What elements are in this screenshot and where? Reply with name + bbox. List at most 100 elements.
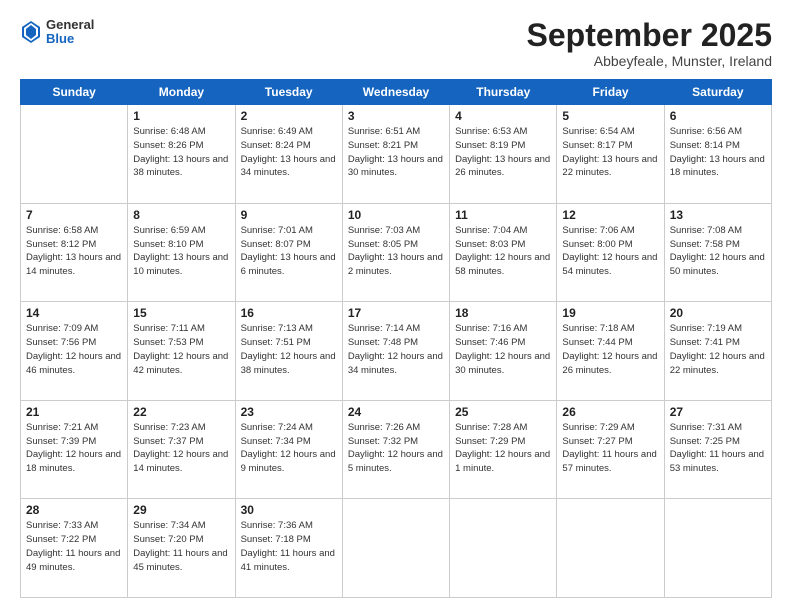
table-row: 7Sunrise: 6:58 AM Sunset: 8:12 PM Daylig… (21, 203, 128, 302)
day-number: 3 (348, 109, 444, 123)
day-number: 11 (455, 208, 551, 222)
day-number: 9 (241, 208, 337, 222)
day-info: Sunrise: 6:51 AM Sunset: 8:21 PM Dayligh… (348, 125, 444, 180)
table-row: 10Sunrise: 7:03 AM Sunset: 8:05 PM Dayli… (342, 203, 449, 302)
day-info: Sunrise: 7:29 AM Sunset: 7:27 PM Dayligh… (562, 421, 658, 476)
header-monday: Monday (128, 80, 235, 105)
day-number: 21 (26, 405, 122, 419)
day-info: Sunrise: 7:36 AM Sunset: 7:18 PM Dayligh… (241, 519, 337, 574)
day-info: Sunrise: 6:58 AM Sunset: 8:12 PM Dayligh… (26, 224, 122, 279)
header: General Blue September 2025 Abbeyfeale, … (20, 18, 772, 69)
day-info: Sunrise: 7:11 AM Sunset: 7:53 PM Dayligh… (133, 322, 229, 377)
day-number: 14 (26, 306, 122, 320)
table-row: 1Sunrise: 6:48 AM Sunset: 8:26 PM Daylig… (128, 105, 235, 204)
table-row: 28 Sunrise: 7:33 AM Sunset: 7:22 PM Dayli… (21, 499, 128, 598)
day-info: Sunrise: 7:08 AM Sunset: 7:58 PM Dayligh… (670, 224, 766, 279)
day-info: Sunrise: 7:04 AM Sunset: 8:03 PM Dayligh… (455, 224, 551, 279)
table-row: 4 Sunrise: 6:53 AM Sunset: 8:19 PM Daylig… (450, 105, 557, 204)
page: General Blue September 2025 Abbeyfeale, … (0, 0, 792, 612)
day-info: Sunrise: 7:33 AM Sunset: 7:22 PM Dayligh… (26, 519, 122, 574)
day-info: Sunrise: 6:48 AM Sunset: 8:26 PM Dayligh… (133, 125, 229, 180)
location-subtitle: Abbeyfeale, Munster, Ireland (527, 53, 772, 69)
day-number: 23 (241, 405, 337, 419)
table-row: 14 Sunrise: 7:09 AM Sunset: 7:56 PM Dayli… (21, 302, 128, 401)
table-row: 8 Sunrise: 6:59 AM Sunset: 8:10 PM Daylig… (128, 203, 235, 302)
day-info: Sunrise: 7:06 AM Sunset: 8:00 PM Dayligh… (562, 224, 658, 279)
table-row: 22 Sunrise: 7:23 AM Sunset: 7:37 PM Dayli… (128, 400, 235, 499)
day-info: Sunrise: 7:01 AM Sunset: 8:07 PM Dayligh… (241, 224, 337, 279)
header-saturday: Saturday (664, 80, 771, 105)
table-row: 11 Sunrise: 7:04 AM Sunset: 8:03 PM Dayli… (450, 203, 557, 302)
day-info: Sunrise: 6:49 AM Sunset: 8:24 PM Dayligh… (241, 125, 337, 180)
day-number: 18 (455, 306, 551, 320)
table-row (557, 499, 664, 598)
day-info: Sunrise: 7:13 AM Sunset: 7:51 PM Dayligh… (241, 322, 337, 377)
table-row (21, 105, 128, 204)
day-info: Sunrise: 7:34 AM Sunset: 7:20 PM Dayligh… (133, 519, 229, 574)
table-row: 6 Sunrise: 6:56 AM Sunset: 8:14 PM Daylig… (664, 105, 771, 204)
day-number: 22 (133, 405, 229, 419)
table-row: 5Sunrise: 6:54 AM Sunset: 8:17 PM Daylig… (557, 105, 664, 204)
day-number: 8 (133, 208, 229, 222)
table-row: 2 Sunrise: 6:49 AM Sunset: 8:24 PM Daylig… (235, 105, 342, 204)
day-info: Sunrise: 7:14 AM Sunset: 7:48 PM Dayligh… (348, 322, 444, 377)
table-row: 26 Sunrise: 7:29 AM Sunset: 7:27 PM Dayli… (557, 400, 664, 499)
day-number: 28 (26, 503, 122, 517)
day-info: Sunrise: 6:59 AM Sunset: 8:10 PM Dayligh… (133, 224, 229, 279)
header-wednesday: Wednesday (342, 80, 449, 105)
day-number: 16 (241, 306, 337, 320)
day-number: 26 (562, 405, 658, 419)
day-info: Sunrise: 7:28 AM Sunset: 7:29 PM Dayligh… (455, 421, 551, 476)
header-tuesday: Tuesday (235, 80, 342, 105)
logo-icon (22, 21, 40, 43)
day-info: Sunrise: 7:21 AM Sunset: 7:39 PM Dayligh… (26, 421, 122, 476)
day-number: 4 (455, 109, 551, 123)
day-number: 6 (670, 109, 766, 123)
day-number: 27 (670, 405, 766, 419)
header-friday: Friday (557, 80, 664, 105)
day-number: 15 (133, 306, 229, 320)
table-row: 15 Sunrise: 7:11 AM Sunset: 7:53 PM Dayli… (128, 302, 235, 401)
day-number: 2 (241, 109, 337, 123)
day-number: 17 (348, 306, 444, 320)
day-number: 20 (670, 306, 766, 320)
logo-general: General (46, 18, 94, 32)
logo: General Blue (20, 18, 94, 47)
table-row: 13Sunrise: 7:08 AM Sunset: 7:58 PM Dayli… (664, 203, 771, 302)
day-number: 5 (562, 109, 658, 123)
day-info: Sunrise: 7:19 AM Sunset: 7:41 PM Dayligh… (670, 322, 766, 377)
logo-blue: Blue (46, 32, 94, 46)
table-row: 12Sunrise: 7:06 AM Sunset: 8:00 PM Dayli… (557, 203, 664, 302)
table-row: 30 Sunrise: 7:36 AM Sunset: 7:18 PM Dayli… (235, 499, 342, 598)
table-row: 16 Sunrise: 7:13 AM Sunset: 7:51 PM Dayli… (235, 302, 342, 401)
table-row: 24 Sunrise: 7:26 AM Sunset: 7:32 PM Dayli… (342, 400, 449, 499)
day-number: 10 (348, 208, 444, 222)
table-row (664, 499, 771, 598)
table-row: 23 Sunrise: 7:24 AM Sunset: 7:34 PM Dayli… (235, 400, 342, 499)
day-info: Sunrise: 7:23 AM Sunset: 7:37 PM Dayligh… (133, 421, 229, 476)
table-row: 20 Sunrise: 7:19 AM Sunset: 7:41 PM Dayli… (664, 302, 771, 401)
table-row (450, 499, 557, 598)
day-info: Sunrise: 6:56 AM Sunset: 8:14 PM Dayligh… (670, 125, 766, 180)
day-number: 30 (241, 503, 337, 517)
day-number: 24 (348, 405, 444, 419)
month-title: September 2025 (527, 18, 772, 53)
day-info: Sunrise: 7:31 AM Sunset: 7:25 PM Dayligh… (670, 421, 766, 476)
header-thursday: Thursday (450, 80, 557, 105)
day-info: Sunrise: 7:09 AM Sunset: 7:56 PM Dayligh… (26, 322, 122, 377)
table-row: 3 Sunrise: 6:51 AM Sunset: 8:21 PM Daylig… (342, 105, 449, 204)
day-info: Sunrise: 7:24 AM Sunset: 7:34 PM Dayligh… (241, 421, 337, 476)
table-row: 19 Sunrise: 7:18 AM Sunset: 7:44 PM Dayli… (557, 302, 664, 401)
day-info: Sunrise: 7:26 AM Sunset: 7:32 PM Dayligh… (348, 421, 444, 476)
day-info: Sunrise: 7:18 AM Sunset: 7:44 PM Dayligh… (562, 322, 658, 377)
calendar-table: Sunday Monday Tuesday Wednesday Thursday… (20, 79, 772, 598)
table-row: 18Sunrise: 7:16 AM Sunset: 7:46 PM Dayli… (450, 302, 557, 401)
title-block: September 2025 Abbeyfeale, Munster, Irel… (527, 18, 772, 69)
day-info: Sunrise: 6:53 AM Sunset: 8:19 PM Dayligh… (455, 125, 551, 180)
table-row: 17 Sunrise: 7:14 AM Sunset: 7:48 PM Dayli… (342, 302, 449, 401)
day-number: 19 (562, 306, 658, 320)
day-number: 25 (455, 405, 551, 419)
table-row (342, 499, 449, 598)
table-row: 21 Sunrise: 7:21 AM Sunset: 7:39 PM Dayli… (21, 400, 128, 499)
table-row: 27 Sunrise: 7:31 AM Sunset: 7:25 PM Dayli… (664, 400, 771, 499)
